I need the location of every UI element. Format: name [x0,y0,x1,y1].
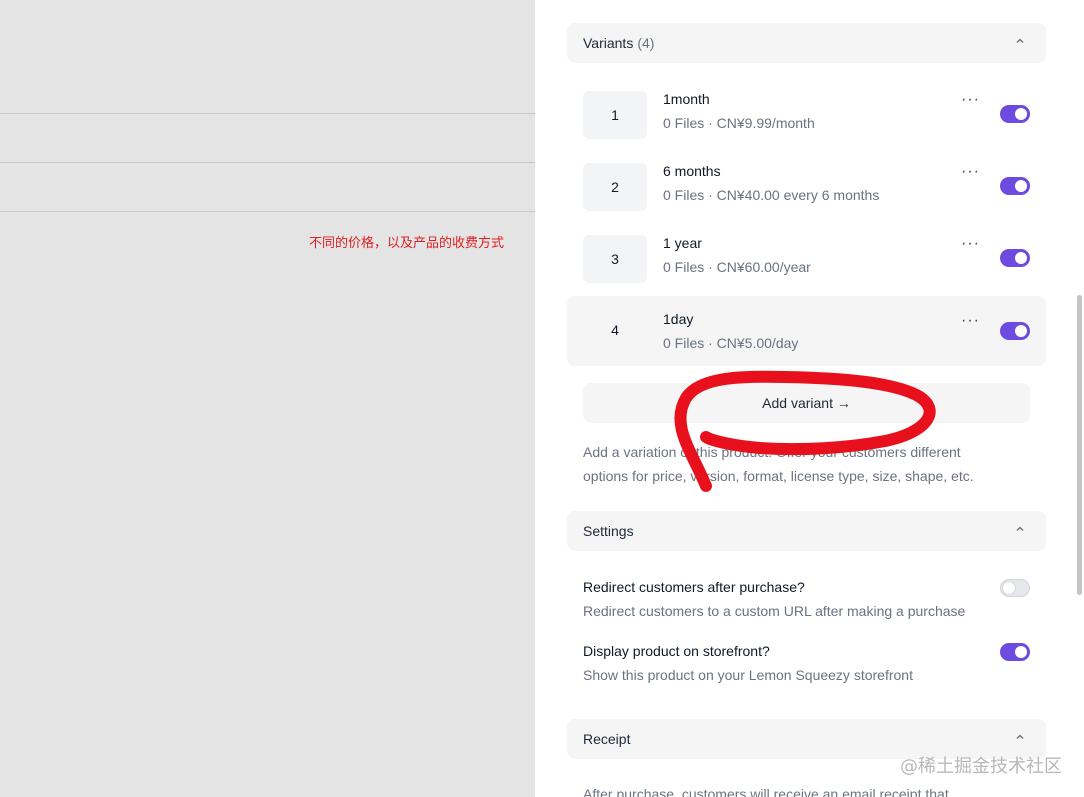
variant-name: 1day [663,311,694,327]
divider [0,211,535,212]
left-pane: 不同的价格，以及产品的收费方式 [0,0,535,797]
more-options-icon[interactable]: ··· [961,235,980,253]
variants-title: Variants [583,35,634,51]
variants-count: (4) [637,35,655,51]
variant-name: 6 months [663,163,721,179]
variant-details: 0 Files · CN¥9.99/month [663,115,815,131]
storefront-setting: Display product on storefront? Show this… [583,643,1043,683]
settings-title: Settings [583,523,634,539]
variants-help-text: Add a variation of this product. Offer y… [583,440,1023,488]
variant-details: 0 Files · CN¥5.00/day [663,335,799,351]
setting-title: Display product on storefront? [583,643,770,659]
annotation-text: 不同的价格，以及产品的收费方式 [309,236,505,251]
variant-index[interactable]: 1 [583,91,647,139]
variant-name: 1 year [663,235,702,251]
variants-section-header[interactable]: Variants (4) [567,23,1046,63]
variant-row[interactable]: 3 1 year 0 Files · CN¥60.00/year ··· [567,225,1046,295]
setting-description: Redirect customers to a custom URL after… [583,603,966,619]
variant-index[interactable]: 4 [583,306,647,354]
variant-row[interactable]: 2 6 months 0 Files · CN¥40.00 every 6 mo… [567,153,1046,223]
variant-toggle[interactable] [1000,322,1030,340]
add-variant-button[interactable]: Add variant → [583,383,1030,423]
more-options-icon[interactable]: ··· [961,91,980,109]
divider [0,113,535,114]
receipt-title: Receipt [583,731,631,747]
help-line: Add a variation of this product. Offer y… [583,444,961,460]
variant-row[interactable]: 4 1day 0 Files · CN¥5.00/day ··· [567,296,1046,366]
scrollbar[interactable] [1077,295,1082,595]
variant-details: 0 Files · CN¥60.00/year [663,259,811,275]
chevron-up-icon[interactable] [1016,733,1024,741]
chevron-up-icon[interactable] [1016,37,1024,45]
help-line: options for price, version, format, lice… [583,468,974,484]
variant-toggle[interactable] [1000,249,1030,267]
receipt-description: After purchase, customers will receive a… [583,786,949,797]
variant-row[interactable]: 1 1month 0 Files · CN¥9.99/month ··· [567,81,1046,151]
variant-details: 0 Files · CN¥40.00 every 6 months [663,187,880,203]
redirect-toggle[interactable] [1000,579,1030,597]
more-options-icon[interactable]: ··· [961,163,980,181]
variant-toggle[interactable] [1000,105,1030,123]
storefront-toggle[interactable] [1000,643,1030,661]
variant-index[interactable]: 3 [583,235,647,283]
more-options-icon[interactable]: ··· [961,312,980,330]
setting-description: Show this product on your Lemon Squeezy … [583,667,913,683]
variant-toggle[interactable] [1000,177,1030,195]
redirect-setting: Redirect customers after purchase? Redir… [583,579,1043,619]
variant-name: 1month [663,91,710,107]
setting-title: Redirect customers after purchase? [583,579,805,595]
variant-index[interactable]: 2 [583,163,647,211]
chevron-up-icon[interactable] [1016,525,1024,533]
settings-section-header[interactable]: Settings [567,511,1046,551]
divider [0,162,535,163]
watermark: @稀土掘金技术社区 [900,756,1062,777]
